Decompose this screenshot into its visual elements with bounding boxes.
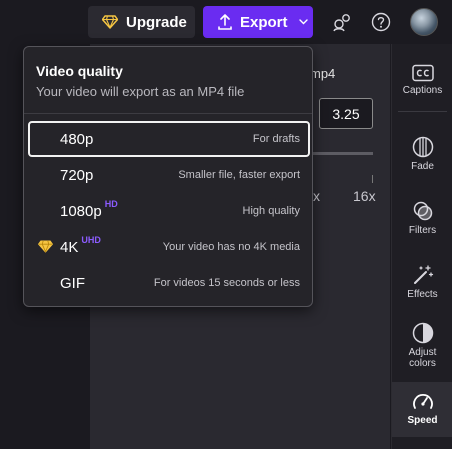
- tool-speed-label: Speed: [407, 415, 438, 426]
- upgrade-button[interactable]: Upgrade: [88, 6, 195, 38]
- quality-option-1080p[interactable]: 1080p HD High quality: [28, 193, 310, 229]
- option-label: 720p: [60, 166, 94, 184]
- menu-title: Video quality: [36, 63, 123, 79]
- avatar[interactable]: [410, 8, 438, 36]
- export-button[interactable]: Export: [203, 6, 313, 38]
- option-desc: Smaller file, faster export: [178, 169, 300, 181]
- option-label: 1080p HD: [60, 199, 118, 220]
- share-icon[interactable]: [330, 10, 354, 34]
- tool-effects-label: Effects: [407, 289, 438, 300]
- filters-icon: [413, 201, 432, 221]
- scale-label-x: x: [313, 188, 320, 204]
- chevron-down-icon: [298, 19, 308, 25]
- speed-value-input[interactable]: 3.25: [319, 98, 373, 129]
- help-icon[interactable]: [369, 10, 393, 34]
- tool-captions[interactable]: Captions: [392, 64, 452, 96]
- tool-filters-label: Filters: [408, 225, 437, 236]
- quality-option-720p[interactable]: 720p Smaller file, faster export: [28, 157, 310, 193]
- effects-icon: [413, 265, 433, 284]
- tool-fade-label: Fade: [411, 161, 434, 172]
- premium-diamond-icon: [38, 240, 53, 253]
- hd-badge: HD: [104, 199, 118, 209]
- tool-fade[interactable]: Fade: [392, 136, 452, 172]
- filename-fragment: mp4: [310, 66, 336, 81]
- option-label: 4K UHD: [60, 235, 101, 256]
- top-bar: Upgrade Export: [0, 0, 452, 44]
- tool-captions-label: Captions: [402, 85, 443, 96]
- fade-icon: [412, 136, 433, 158]
- diamond-icon: [102, 15, 118, 29]
- uhd-badge: UHD: [81, 235, 101, 245]
- tool-adjust-colors-label: Adjust colors: [408, 347, 437, 369]
- option-desc: High quality: [242, 205, 300, 217]
- quality-option-gif[interactable]: GIF For videos 15 seconds or less: [28, 265, 310, 301]
- menu-subtitle: Your video will export as an MP4 file: [36, 84, 245, 99]
- tool-adjust-colors[interactable]: Adjust colors: [392, 322, 452, 369]
- option-desc: For drafts: [252, 133, 300, 145]
- quality-option-480p[interactable]: 480p For drafts: [28, 121, 310, 157]
- export-label: Export: [240, 13, 288, 31]
- upgrade-label: Upgrade: [126, 13, 187, 31]
- tool-filters[interactable]: Filters: [392, 200, 452, 236]
- option-label: 480p: [60, 130, 94, 148]
- option-label: GIF: [60, 274, 85, 292]
- captions-icon: [411, 64, 434, 82]
- upload-icon: [218, 14, 232, 30]
- speed-icon: [412, 394, 433, 409]
- export-quality-menu: Video quality Your video will export as …: [23, 46, 313, 307]
- quality-option-4k[interactable]: 4K UHD Your video has no 4K media: [28, 229, 310, 265]
- slider-tick: [372, 175, 373, 183]
- option-desc: For videos 15 seconds or less: [153, 277, 300, 289]
- option-desc: Your video has no 4K media: [162, 241, 300, 253]
- scale-label-16x: 16x: [353, 188, 376, 204]
- divider: [398, 111, 447, 112]
- tool-speed[interactable]: Speed: [392, 382, 452, 437]
- right-tool-panel: Captions Fade Filters Effects Adjust col…: [391, 44, 452, 449]
- speed-slider-track[interactable]: [310, 152, 373, 155]
- tool-effects[interactable]: Effects: [392, 264, 452, 300]
- menu-divider: [24, 113, 312, 114]
- adjust-colors-icon: [412, 322, 433, 344]
